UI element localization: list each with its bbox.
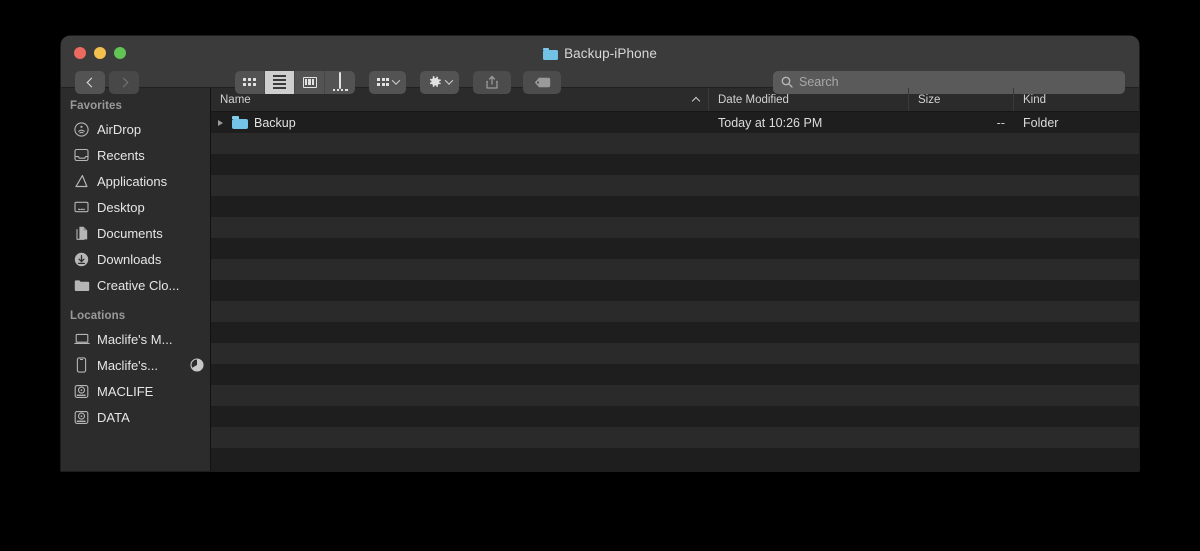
sidebar-item-label: MACLIFE (97, 384, 153, 399)
empty-row[interactable] (211, 301, 1139, 322)
gear-icon (428, 75, 442, 89)
sidebar-item-label: Creative Clo... (97, 278, 179, 293)
sidebar-item-macbook[interactable]: Maclife's M... (61, 326, 210, 352)
sidebar-item-label: Downloads (97, 252, 161, 267)
sidebar-item-label: AirDrop (97, 122, 141, 137)
sidebar-section-locations-header: Locations (61, 298, 210, 326)
file-rows: Backup Today at 10:26 PM -- Folder (211, 112, 1139, 471)
column-header-label: Date Modified (718, 94, 789, 106)
sidebar-item-documents[interactable]: Documents (61, 220, 210, 246)
sidebar-item-desktop[interactable]: Desktop (61, 194, 210, 220)
sidebar-item-label: Recents (97, 148, 145, 163)
sidebar-item-label: Applications (97, 174, 167, 189)
applications-icon (73, 173, 90, 190)
chevron-right-icon (118, 77, 128, 87)
sidebar-section-favorites-header: Favorites (61, 96, 210, 116)
empty-row[interactable] (211, 238, 1139, 259)
finder-window: Backup-iPhone (61, 36, 1139, 471)
file-list: Name Date Modified Size Kind (211, 88, 1139, 471)
sort-ascending-icon (692, 96, 700, 104)
sync-progress-icon (190, 358, 204, 372)
sidebar-item-airdrop[interactable]: AirDrop (61, 116, 210, 142)
empty-row[interactable] (211, 259, 1139, 280)
titlebar[interactable]: Backup-iPhone (61, 36, 1139, 88)
empty-row[interactable] (211, 427, 1139, 448)
laptop-icon (73, 331, 90, 348)
empty-row[interactable] (211, 196, 1139, 217)
sidebar-item-recents[interactable]: Recents (61, 142, 210, 168)
column-header-row: Name Date Modified Size Kind (211, 88, 1139, 112)
empty-row[interactable] (211, 133, 1139, 154)
empty-row[interactable] (211, 343, 1139, 364)
airdrop-icon (73, 121, 90, 138)
empty-rows (211, 133, 1139, 448)
sidebar-item-data-disk[interactable]: DATA (61, 404, 210, 430)
search-placeholder: Search (799, 75, 839, 89)
column-header-size[interactable]: Size (909, 88, 1014, 111)
chevron-down-icon (392, 76, 400, 84)
sidebar-item-maclife-disk[interactable]: MACLIFE (61, 378, 210, 404)
column-header-label: Size (918, 94, 1004, 106)
sidebar: Favorites AirDrop (61, 88, 211, 471)
recents-icon (73, 147, 90, 164)
close-button[interactable] (74, 47, 86, 59)
column-header-date-modified[interactable]: Date Modified (709, 88, 909, 111)
column-header-name[interactable]: Name (211, 88, 709, 111)
column-header-label: Kind (1023, 94, 1046, 106)
cell-name: Backup (211, 112, 709, 133)
tag-icon (534, 77, 551, 88)
window-title-text: Backup-iPhone (564, 46, 657, 61)
window-body: Favorites AirDrop (61, 88, 1139, 471)
sidebar-item-label: DATA (97, 410, 130, 425)
empty-row[interactable] (211, 406, 1139, 427)
column-header-label: Name (220, 94, 251, 106)
maximize-button[interactable] (114, 47, 126, 59)
folder-icon (232, 116, 248, 129)
grid-icon (243, 78, 256, 86)
harddisk-icon (73, 409, 90, 426)
folder-icon (73, 277, 90, 294)
sidebar-item-applications[interactable]: Applications (61, 168, 210, 194)
sidebar-item-label: Desktop (97, 200, 145, 215)
file-name: Backup (254, 116, 296, 130)
sidebar-item-label: Maclife's M... (97, 332, 172, 347)
traffic-light-group (74, 47, 126, 59)
column-header-kind[interactable]: Kind (1014, 88, 1139, 111)
empty-row[interactable] (211, 322, 1139, 343)
sidebar-item-label: Maclife's... (97, 358, 158, 373)
downloads-icon (73, 251, 90, 268)
cell-kind: Folder (1014, 112, 1139, 133)
empty-row[interactable] (211, 280, 1139, 301)
disclosure-triangle-icon[interactable] (218, 120, 223, 126)
sidebar-item-creative-cloud[interactable]: Creative Clo... (61, 272, 210, 298)
grid-small-icon (377, 78, 389, 86)
desktop-icon (73, 199, 90, 216)
search-icon (781, 76, 793, 88)
empty-row[interactable] (211, 364, 1139, 385)
back-button[interactable] (75, 71, 105, 94)
empty-row[interactable] (211, 385, 1139, 406)
columns-icon (303, 77, 317, 88)
table-row[interactable]: Backup Today at 10:26 PM -- Folder (211, 112, 1139, 133)
chevron-down-icon (445, 76, 453, 84)
folder-icon (543, 48, 558, 60)
iphone-icon (73, 357, 90, 374)
list-icon (273, 75, 286, 89)
chevron-left-icon (86, 77, 96, 87)
sidebar-item-iphone[interactable]: Maclife's... (61, 352, 210, 378)
harddisk-icon (73, 383, 90, 400)
sidebar-item-downloads[interactable]: Downloads (61, 246, 210, 272)
minimize-button[interactable] (94, 47, 106, 59)
navigation-group (75, 71, 139, 94)
sidebar-item-label: Documents (97, 226, 163, 241)
empty-row[interactable] (211, 217, 1139, 238)
window-title: Backup-iPhone (61, 46, 1139, 61)
empty-row[interactable] (211, 175, 1139, 196)
documents-icon (73, 225, 90, 242)
cell-size: -- (909, 112, 1014, 133)
forward-button[interactable] (109, 71, 139, 94)
empty-row[interactable] (211, 154, 1139, 175)
cell-date-modified: Today at 10:26 PM (709, 112, 909, 133)
